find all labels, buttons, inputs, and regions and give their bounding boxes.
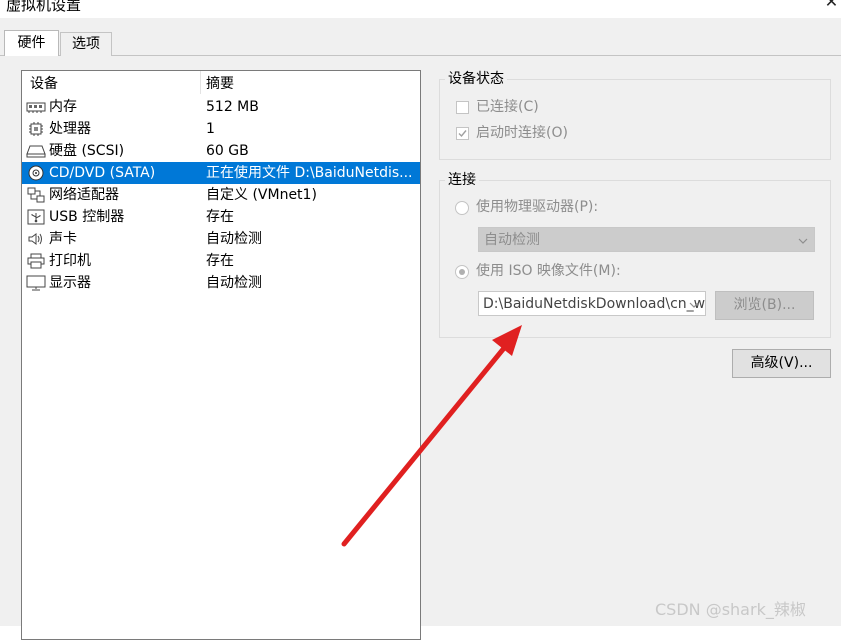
printer-icon	[27, 253, 45, 269]
device-row-display[interactable]: 显示器 自动检测	[22, 272, 420, 294]
device-list[interactable]: 设备 摘要 内存 512 MB 处理器 1 硬盘 (SCSI) 60 GB CD…	[21, 70, 421, 640]
hard-disk-icon	[26, 145, 46, 158]
iso-image-label: 使用 ISO 映像文件(M):	[476, 263, 621, 279]
tab-options[interactable]: 选项	[60, 32, 112, 56]
connected-checkbox[interactable]	[456, 101, 469, 114]
device-name: 硬盘 (SCSI)	[49, 143, 125, 159]
device-name: 打印机	[49, 253, 91, 269]
browse-button[interactable]: 浏览(B)...	[715, 291, 814, 320]
iso-image-radio[interactable]	[455, 265, 469, 279]
device-name: 网络适配器	[49, 187, 119, 203]
device-summary: 512 MB	[206, 99, 259, 115]
iso-path-combo[interactable]: D:\BaiduNetdiskDownload\cn_w	[478, 291, 706, 316]
device-status-group	[439, 79, 831, 160]
chevron-down-icon	[689, 302, 699, 308]
memory-icon	[26, 102, 46, 113]
iso-path-value: D:\BaiduNetdiskDownload\cn_w	[483, 296, 706, 312]
device-name: 显示器	[49, 275, 91, 291]
device-summary: 自动检测	[206, 231, 262, 247]
network-adapter-icon	[27, 187, 45, 203]
processor-icon	[29, 122, 43, 136]
physical-drive-label: 使用物理驱动器(P):	[476, 199, 599, 215]
title-bar: 虚拟机设置 ✕	[0, 0, 841, 18]
device-name: 处理器	[49, 121, 91, 137]
column-header-device[interactable]: 设备	[30, 74, 58, 94]
connection-title: 连接	[445, 171, 479, 189]
physical-drive-select[interactable]: 自动检测	[478, 227, 815, 252]
advanced-button[interactable]: 高级(V)...	[732, 349, 831, 378]
connected-label: 已连接(C)	[476, 99, 539, 115]
connect-at-power-on-label: 启动时连接(O)	[476, 125, 568, 141]
window-title: 虚拟机设置	[6, 0, 82, 14]
device-row-sound-card[interactable]: 声卡 自动检测	[22, 228, 420, 250]
device-name: USB 控制器	[49, 209, 125, 225]
device-row-cd-dvd[interactable]: CD/DVD (SATA) 正在使用文件 D:\BaiduNetdis...	[22, 162, 420, 184]
column-divider[interactable]	[200, 71, 201, 94]
display-icon	[26, 275, 46, 291]
device-row-processor[interactable]: 处理器 1	[22, 118, 420, 140]
device-name: CD/DVD (SATA)	[49, 165, 156, 181]
tab-hardware[interactable]: 硬件	[4, 30, 59, 56]
watermark: CSDN @shark_辣椒	[655, 600, 806, 619]
device-row-memory[interactable]: 内存 512 MB	[22, 96, 420, 118]
device-summary: 存在	[206, 209, 234, 225]
device-name: 声卡	[49, 231, 77, 247]
column-header-summary[interactable]: 摘要	[206, 74, 234, 94]
physical-drive-radio[interactable]	[455, 201, 469, 215]
checkmark-icon	[458, 130, 467, 138]
device-status-title: 设备状态	[445, 70, 507, 88]
sound-card-icon	[28, 233, 42, 245]
device-name: 内存	[49, 99, 77, 115]
device-row-hard-disk[interactable]: 硬盘 (SCSI) 60 GB	[22, 140, 420, 162]
device-summary: 自动检测	[206, 275, 262, 291]
cd-dvd-icon	[28, 165, 44, 181]
close-button[interactable]: ✕	[822, 0, 841, 12]
device-row-printer[interactable]: 打印机 存在	[22, 250, 420, 272]
tab-strip	[0, 18, 841, 56]
connect-at-power-on-checkbox[interactable]	[456, 127, 469, 140]
device-summary: 自定义 (VMnet1)	[206, 187, 317, 203]
chevron-down-icon	[798, 238, 808, 244]
device-summary: 存在	[206, 253, 234, 269]
device-summary: 1	[206, 121, 215, 137]
device-summary: 60 GB	[206, 143, 249, 159]
device-row-network-adapter[interactable]: 网络适配器 自定义 (VMnet1)	[22, 184, 420, 206]
device-summary: 正在使用文件 D:\BaiduNetdis...	[206, 165, 413, 181]
physical-drive-select-value: 自动检测	[484, 232, 540, 248]
device-row-usb-controller[interactable]: USB 控制器 存在	[22, 206, 420, 228]
usb-controller-icon	[27, 209, 45, 225]
